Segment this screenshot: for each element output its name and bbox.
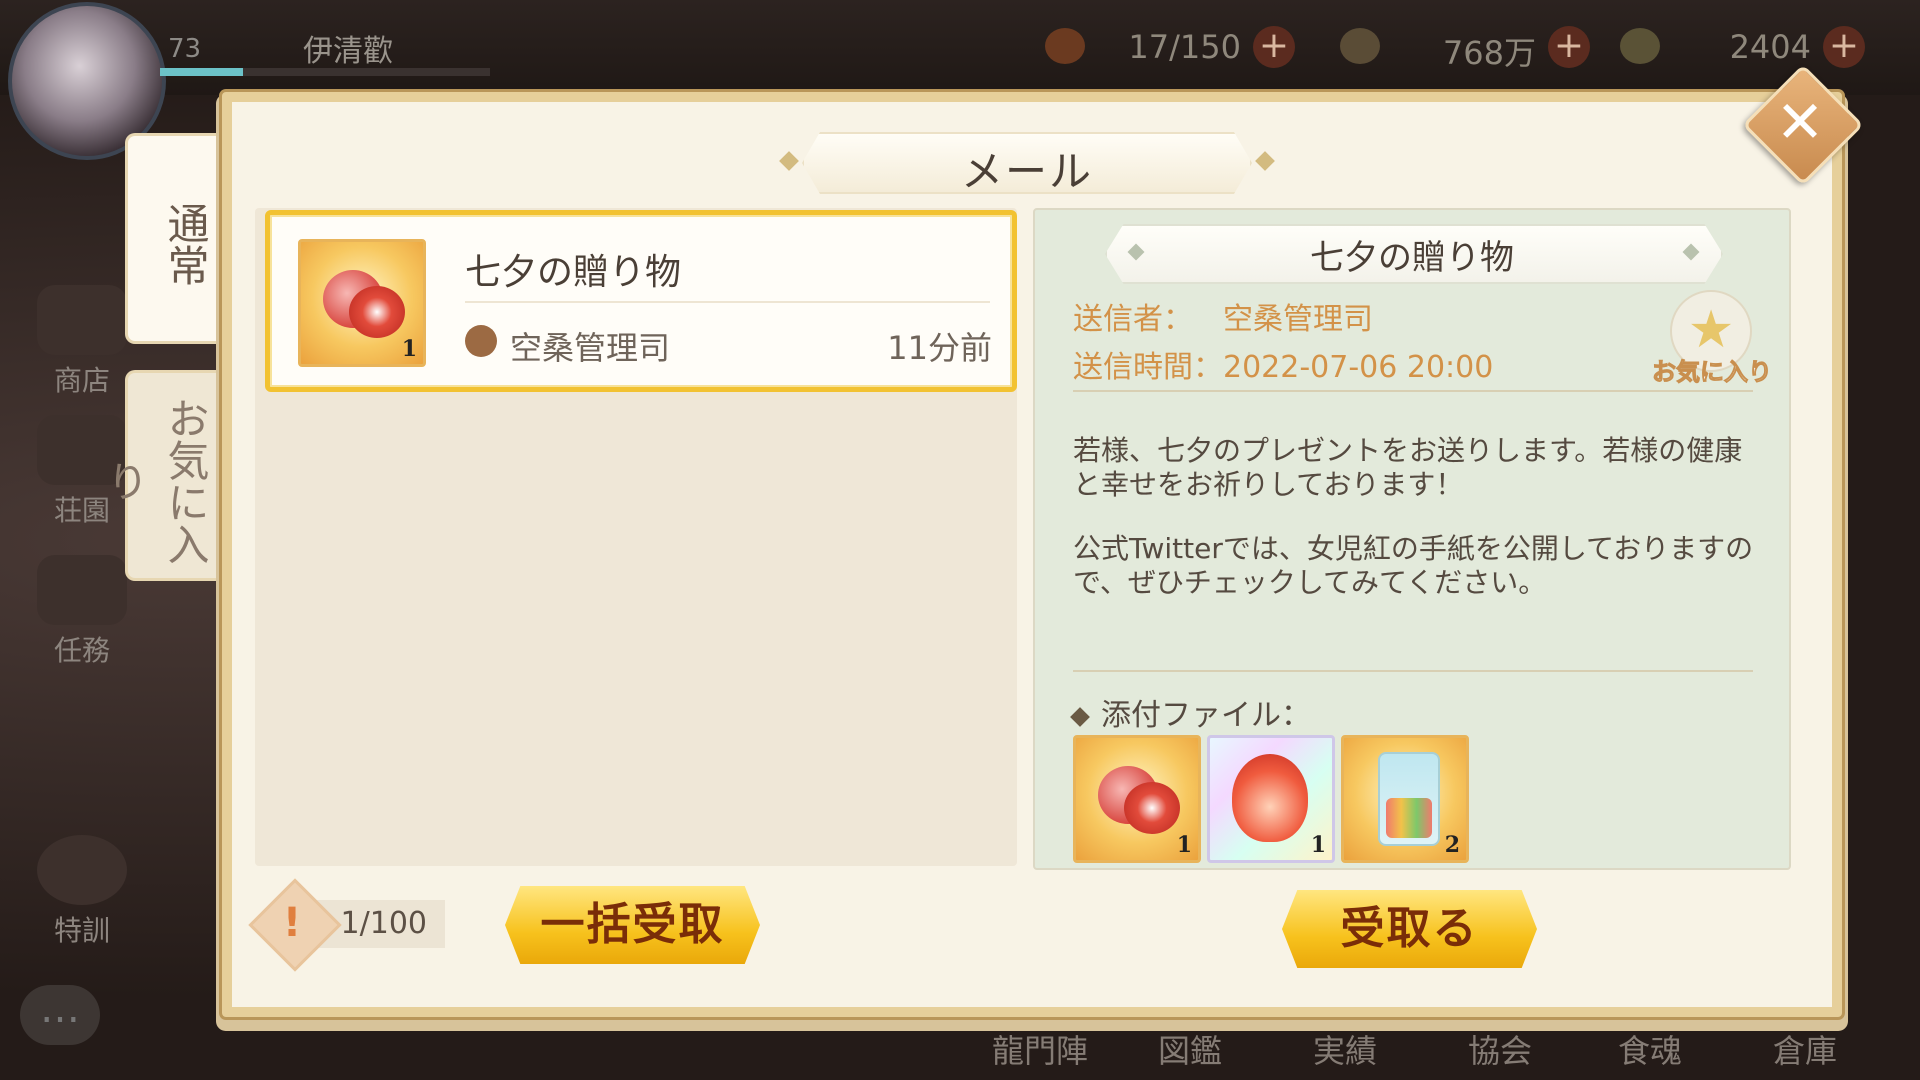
modal-title: メール <box>960 147 1093 196</box>
close-icon[interactable]: ✕ <box>1760 82 1840 162</box>
side-task-button[interactable]: 任務 <box>22 555 142 669</box>
shop-icon <box>37 285 127 355</box>
add-stamina-button[interactable]: + <box>1253 26 1295 68</box>
mail-item-time: 11分前 <box>887 329 992 367</box>
tab-normal[interactable]: 通常 <box>125 133 216 344</box>
mail-list-item[interactable]: 1 七夕の贈り物 空桑管理司 11分前 <box>265 210 1017 392</box>
flame-spirit-icon[interactable]: 1 <box>1207 735 1335 863</box>
coin-value: 768万 <box>1442 34 1536 72</box>
side-shop-button[interactable]: 商店 <box>22 285 142 399</box>
add-jade-button[interactable]: + <box>1823 26 1865 68</box>
training-icon <box>37 835 127 905</box>
candy-jar-icon[interactable]: 2 <box>1341 735 1469 863</box>
mail-detail-panel: 七夕の贈り物 送信者： 空桑管理司 送信時間：2022-07-06 20:00 ★… <box>1033 208 1791 870</box>
detail-time-row: 送信時間：2022-07-06 20:00 <box>1073 350 1494 385</box>
side-training-button[interactable]: 特訓 <box>22 835 142 949</box>
stamina-resource: 17/150 + <box>1045 26 1295 68</box>
jade-value: 2404 <box>1729 28 1811 66</box>
player-name: 伊清歡 <box>303 34 393 69</box>
mail-body: 若様、七夕のプレゼントをお送りします。若様の健康と幸せをお祈りしております！ 公… <box>1073 434 1754 599</box>
coin-resource: 768万 + <box>1340 26 1590 72</box>
jade-icon <box>1620 28 1660 64</box>
claim-button[interactable]: 受取る <box>1282 890 1537 968</box>
detail-title: 七夕の贈り物 <box>1310 238 1514 278</box>
coin-icon <box>1340 28 1380 64</box>
exp-bar <box>160 68 490 76</box>
sender-icon <box>465 325 497 357</box>
attachments-label: 添付ファイル： <box>1070 690 1311 734</box>
stamina-value: 17/150 <box>1128 28 1241 66</box>
chat-icon[interactable]: … <box>20 985 100 1045</box>
modal-title-banner: メール <box>777 132 1277 196</box>
claim-all-button[interactable]: 一括受取 <box>505 886 760 964</box>
task-icon <box>37 555 127 625</box>
rouge-compact-icon: 1 <box>298 239 426 367</box>
favorite-label[interactable]: お気に入り <box>1650 352 1774 387</box>
divider <box>1073 670 1753 672</box>
detail-sender-row: 送信者： 空桑管理司 <box>1073 302 1373 337</box>
mail-item-sender: 空桑管理司 <box>510 329 671 367</box>
diamond-icon <box>1070 706 1090 727</box>
player-level: 73 <box>168 34 202 64</box>
mail-item-title: 七夕の贈り物 <box>465 252 682 293</box>
divider <box>1073 390 1753 392</box>
tab-favorite[interactable]: お気に入り <box>100 370 216 581</box>
add-coin-button[interactable]: + <box>1548 26 1590 68</box>
jade-resource: 2404 + <box>1620 26 1865 68</box>
rice-bowl-icon <box>1045 28 1085 64</box>
rouge-compact-icon[interactable]: 1 <box>1073 735 1201 863</box>
